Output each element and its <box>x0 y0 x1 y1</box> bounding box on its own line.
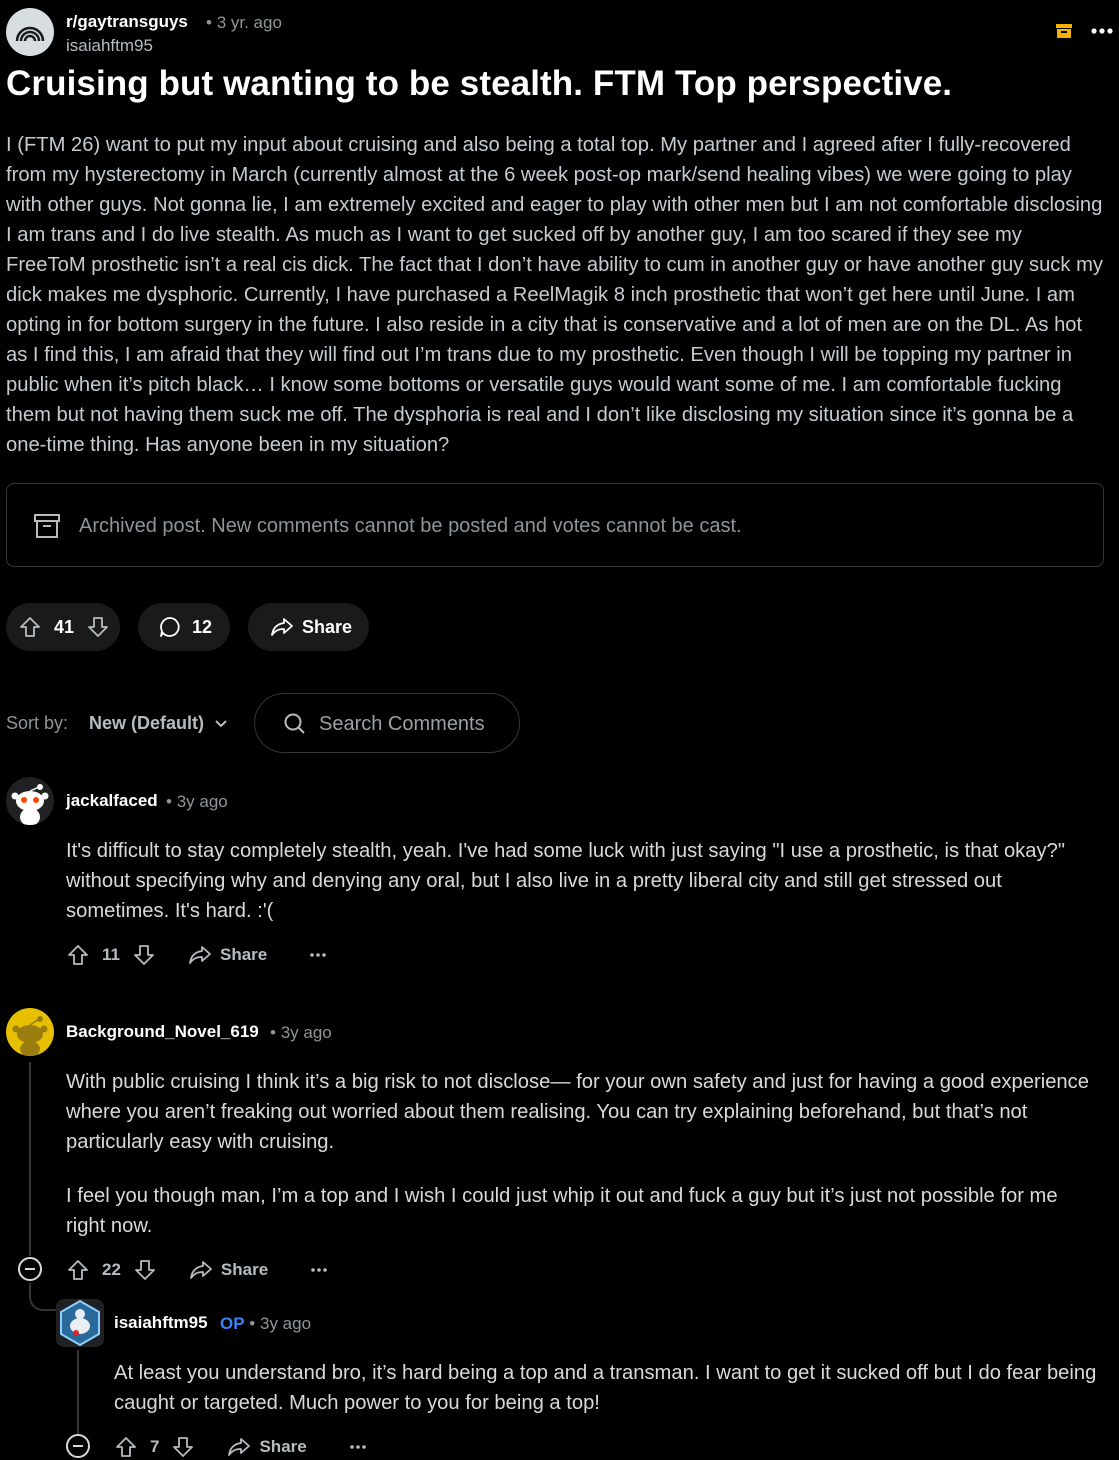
share-arrow-icon <box>190 1261 212 1279</box>
comment-vote-count: 22 <box>102 1260 121 1279</box>
upvote-icon[interactable] <box>66 943 90 967</box>
comment-text: At least you understand bro, it’s hard b… <box>114 1362 1097 1414</box>
snoo-avatar-icon <box>11 784 49 825</box>
search-placeholder: Search Comments <box>319 713 485 735</box>
downvote-icon[interactable] <box>133 1258 157 1282</box>
share-arrow-icon <box>189 946 211 964</box>
share-arrow-icon <box>228 1438 251 1456</box>
chevron-down-icon <box>215 719 227 727</box>
comment-text: I feel you though man, I’m a top and I w… <box>66 1185 1058 1237</box>
post-share-button[interactable]: Share <box>248 603 369 651</box>
post-body: I (FTM 26) want to put my input about cr… <box>6 134 1104 456</box>
comment-username[interactable]: isaiahftm95 <box>114 1313 208 1333</box>
sort-dropdown[interactable]: New (Default) <box>89 713 228 734</box>
comment-bubble-icon <box>160 617 180 637</box>
collapse-thread-button[interactable] <box>18 1257 42 1281</box>
search-comments-input[interactable]: Search Comments <box>254 693 520 753</box>
post-vote-count: 41 <box>54 616 75 637</box>
comment-actions: 11 Share <box>66 940 327 970</box>
comment-share-button[interactable]: Share <box>227 1435 307 1459</box>
post-age: • 3 yr. ago <box>206 13 282 32</box>
post-header: r/gaytransguys • 3 yr. ago isaiahftm95 <box>6 8 1113 60</box>
more-options-icon[interactable] <box>349 1444 367 1450</box>
upvote-icon[interactable] <box>18 615 42 639</box>
share-label: Share <box>219 945 268 964</box>
snoo-avatar-icon <box>12 1016 48 1056</box>
comment-age: 3y ago <box>259 1314 312 1333</box>
upvote-icon[interactable] <box>66 1258 90 1282</box>
hexagon-avatar-icon <box>60 1299 100 1347</box>
share-label: Share <box>220 1260 269 1279</box>
post-author[interactable]: isaiahftm95 <box>66 36 153 56</box>
op-badge: OP • 3y ago <box>220 1314 312 1333</box>
archive-box-icon <box>34 514 60 538</box>
subreddit-name[interactable]: r/gaytransguys <box>66 12 188 32</box>
comment-avatar[interactable] <box>6 1008 54 1056</box>
post-comment-count: 12 <box>192 616 213 637</box>
more-options-icon[interactable] <box>309 952 327 958</box>
collapse-thread-button[interactable] <box>66 1434 90 1458</box>
downvote-icon[interactable] <box>171 1435 195 1459</box>
archive-badge-icon <box>1056 24 1072 38</box>
downvote-icon[interactable] <box>132 943 156 967</box>
comment-actions: 22 Share <box>66 1255 328 1285</box>
comment-vote-count: 11 <box>102 945 120 964</box>
rainbow-arcs-icon <box>15 26 45 42</box>
post-title: Cruising but wanting to be stealth. FTM … <box>6 64 953 103</box>
thread-line[interactable] <box>29 1062 31 1256</box>
comment-age: • 3y ago <box>166 792 228 811</box>
more-options-icon[interactable] <box>1091 27 1113 35</box>
upvote-icon[interactable] <box>114 1435 138 1459</box>
post-share-label: Share <box>302 616 353 637</box>
comment-avatar[interactable] <box>56 1299 104 1347</box>
comment-share-button[interactable]: Share <box>188 943 267 967</box>
post-vote-pill: 41 <box>6 603 120 651</box>
comment-share-button[interactable]: Share <box>189 1258 268 1282</box>
comment-vote-count: 7 <box>150 1437 160 1456</box>
comment-avatar[interactable] <box>6 777 54 825</box>
archived-notice: Archived post. New comments cannot be po… <box>6 483 1104 567</box>
comment-age: • 3y ago <box>270 1023 332 1042</box>
comment-text: With public cruising I think it’s a big … <box>66 1071 1089 1153</box>
share-arrow-icon <box>271 618 293 636</box>
comment-actions: 7 Share <box>114 1432 367 1460</box>
more-options-icon[interactable] <box>310 1267 328 1273</box>
search-icon <box>284 713 305 734</box>
downvote-icon[interactable] <box>86 615 110 639</box>
archived-notice-text: Archived post. New comments cannot be po… <box>79 515 742 537</box>
comment-text: It's difficult to stay completely stealt… <box>66 840 1065 922</box>
thread-line[interactable] <box>77 1350 79 1434</box>
sort-label: Sort by: <box>6 713 69 733</box>
sort-value: New (Default) <box>89 713 205 733</box>
comment-username[interactable]: Background_Novel_619 <box>66 1022 259 1042</box>
subreddit-avatar[interactable] <box>6 8 54 56</box>
post-comments-button[interactable]: 12 <box>138 603 230 651</box>
share-label: Share <box>259 1437 307 1456</box>
thread-connector <box>29 1283 57 1311</box>
comment-username[interactable]: jackalfaced <box>66 791 158 811</box>
